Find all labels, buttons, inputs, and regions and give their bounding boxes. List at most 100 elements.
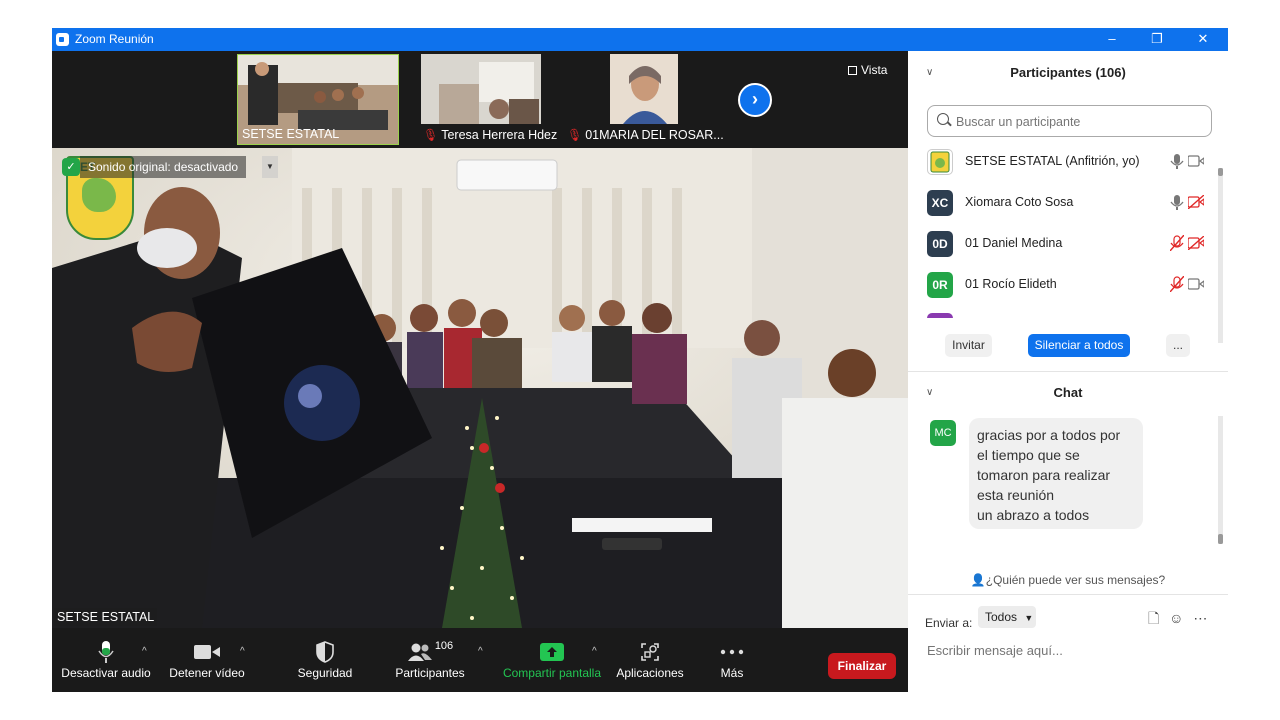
stop-video-button[interactable]: Detener vídeo — [162, 638, 252, 680]
chat-scrollbar[interactable] — [1218, 416, 1223, 544]
participants-more-button[interactable]: ... — [1166, 334, 1190, 357]
muted-mic-icon: 🎙 — [423, 128, 439, 142]
apps-label: Aplicaciones — [616, 666, 684, 680]
camera-off-icon[interactable] — [1188, 195, 1204, 209]
video-stage: SETSE ESTATAL 🎙 Teresa Herrera Hdez 🎙 01… — [52, 51, 908, 628]
share-options-caret[interactable]: ^ — [592, 646, 597, 657]
next-page-button[interactable]: › — [738, 83, 772, 117]
grid-view-icon — [848, 66, 857, 75]
mute-all-button[interactable]: Silenciar a todos — [1028, 334, 1130, 357]
audio-options-caret[interactable]: ^ — [142, 646, 147, 657]
shield-icon — [316, 641, 334, 663]
more-label: Más — [720, 666, 744, 680]
participant-search[interactable] — [927, 105, 1212, 137]
microphone-icon[interactable] — [1170, 194, 1184, 210]
microphone-muted-icon[interactable] — [1170, 235, 1184, 251]
participant-row[interactable]: 0R 01 Rocío Elideth — [908, 264, 1220, 305]
original-audio-dropdown[interactable]: ▼ — [262, 156, 278, 178]
participants-header: ∨ Participantes (106) — [908, 53, 1228, 93]
minimize-button[interactable]: – — [1089, 28, 1135, 51]
avatar: XC — [927, 190, 953, 216]
more-icon[interactable]: ⋯ — [1193, 610, 1207, 626]
mute-label: Desactivar audio — [61, 666, 151, 680]
logo-avatar-icon — [930, 151, 950, 173]
end-meeting-button[interactable]: Finalizar — [828, 653, 896, 679]
mute-button[interactable]: Desactivar audio — [58, 638, 154, 680]
participants-options-caret[interactable]: ^ — [478, 646, 483, 657]
speaker-name-label: SETSE ESTATAL — [54, 608, 158, 626]
main-video: ET ✓ Sonido original: desactivado ▼ SETS… — [52, 148, 908, 628]
chevron-down-icon: ▼ — [1024, 613, 1034, 623]
camera-icon[interactable] — [1188, 277, 1204, 291]
scrollbar-thumb[interactable] — [1218, 534, 1223, 544]
main-video-image — [52, 148, 908, 628]
who-can-see-link[interactable]: 👤¿Quién puede ver sus mensajes? — [908, 573, 1228, 587]
more-button[interactable]: Más — [712, 638, 752, 680]
share-screen-label: Compartir pantalla — [502, 666, 602, 680]
chat-header: ∨ Chat — [908, 373, 1228, 413]
invite-button[interactable]: Invitar — [945, 334, 992, 357]
camera-icon[interactable] — [1188, 154, 1204, 168]
chat-message-line: el tiempo que se — [977, 447, 1080, 463]
chat-message-line: gracias por a todos por — [977, 427, 1121, 443]
original-audio-badge[interactable]: Sonido original: desactivado — [80, 156, 247, 178]
chat-message-line: tomaron para realizar — [977, 467, 1111, 483]
close-button[interactable]: ✕ — [1180, 28, 1226, 51]
thumbnail-name: 🎙 Teresa Herrera Hdez — [423, 128, 558, 142]
chat-message-line: esta reunión — [977, 487, 1055, 503]
file-icon[interactable]: 🗋 — [1148, 610, 1159, 626]
search-icon — [937, 113, 949, 125]
thumbnail-strip: SETSE ESTATAL 🎙 Teresa Herrera Hdez 🎙 01… — [52, 51, 908, 148]
chat-message: gracias por a todos por el tiempo que se… — [969, 418, 1143, 529]
view-button[interactable]: Vista — [848, 63, 887, 77]
person-icon: 👤 — [970, 573, 986, 587]
microphone-icon[interactable] — [1170, 153, 1184, 169]
more-icon — [720, 649, 744, 655]
participant-row[interactable]: SETSE ESTATAL (Anfitrión, yo) — [908, 141, 1220, 182]
zoom-app-icon — [56, 33, 69, 46]
emoji-icon[interactable]: ☺ — [1169, 610, 1183, 626]
chevron-down-icon: ▼ — [266, 162, 274, 171]
share-screen-icon — [540, 643, 564, 661]
security-button[interactable]: Seguridad — [292, 638, 358, 680]
chevron-down-icon[interactable]: ∨ — [926, 373, 933, 413]
video-thumbnail[interactable]: 🎙 Teresa Herrera Hdez — [419, 54, 581, 145]
chat-message-line: un abrazo a todos — [977, 507, 1090, 523]
participant-row[interactable]: 0D 01 Daniel Medina — [908, 223, 1220, 264]
window-title: Zoom Reunión — [75, 32, 154, 46]
microphone-icon — [98, 641, 114, 663]
avatar: 0R — [927, 272, 953, 298]
restore-button[interactable]: ❐ — [1134, 28, 1180, 51]
avatar: MC — [930, 420, 956, 446]
participants-scrollbar[interactable] — [1218, 168, 1223, 343]
participant-name: Xiomara Coto Sosa — [965, 195, 1074, 209]
participant-name: 01 Daniel Medina — [965, 236, 1063, 250]
share-screen-button[interactable]: Compartir pantalla — [498, 638, 606, 680]
participants-label: Participantes — [395, 666, 465, 680]
thumbnail-name: SETSE ESTATAL — [242, 127, 340, 141]
participants-icon — [407, 643, 432, 661]
scrollbar-thumb[interactable] — [1218, 168, 1223, 176]
logo-map-icon — [82, 178, 116, 212]
participants-button[interactable]: 106 Participantes — [392, 638, 468, 680]
shield-icon: ✓ — [62, 158, 80, 176]
microphone-muted-icon[interactable] — [1170, 276, 1184, 292]
video-camera-icon — [194, 645, 220, 659]
zoom-window: Zoom Reunión – ❐ ✕ SETSE ESTATAL 🎙 Teres… — [52, 28, 1228, 692]
chat-message-input[interactable] — [925, 639, 1219, 661]
apps-button[interactable]: Aplicaciones — [614, 638, 686, 680]
camera-off-icon[interactable] — [1188, 236, 1204, 250]
send-to-dropdown[interactable]: Todos ▼ — [978, 606, 1036, 628]
chat-tools: 🗋 ☺ ⋯ — [1148, 608, 1207, 632]
video-thumbnail[interactable]: 🎙 01MARIA DEL ROSAR... — [563, 54, 725, 145]
participants-list: SETSE ESTATAL (Anfitrión, yo) XC Xiomara… — [908, 141, 1220, 318]
video-options-caret[interactable]: ^ — [240, 646, 245, 657]
chevron-down-icon[interactable]: ∨ — [926, 53, 933, 93]
security-label: Seguridad — [297, 666, 353, 680]
participant-search-input[interactable] — [954, 111, 1208, 133]
panel-divider — [908, 371, 1228, 372]
participant-row[interactable] — [908, 305, 1220, 318]
participant-row[interactable]: XC Xiomara Coto Sosa — [908, 182, 1220, 223]
video-thumbnail[interactable]: SETSE ESTATAL — [237, 54, 399, 145]
apps-icon — [641, 643, 659, 661]
